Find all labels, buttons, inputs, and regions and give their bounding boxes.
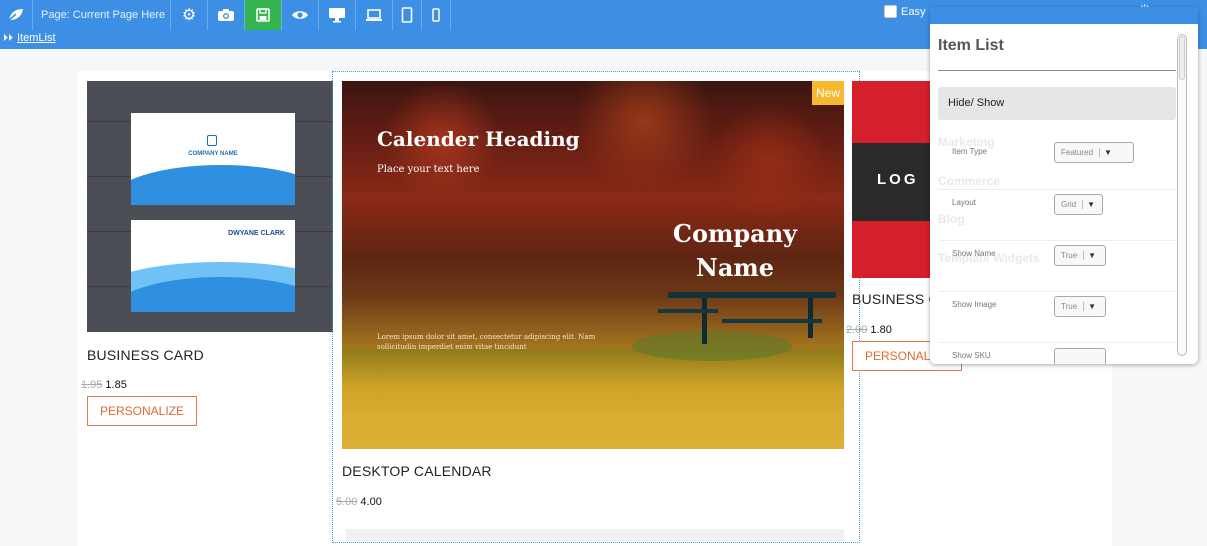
item-list-panel: Item List Hide/ Show Marketing Commerce … bbox=[930, 7, 1198, 364]
page-selector-label: Page: Current Page Here bbox=[41, 9, 166, 21]
product-title[interactable]: BUSINESS CARD bbox=[87, 347, 333, 363]
easy-checkbox[interactable] bbox=[884, 5, 897, 18]
product-price: 5.00 4.00 bbox=[336, 496, 844, 508]
logo-text: LOG bbox=[877, 171, 919, 188]
breadcrumb-item[interactable]: ItemList bbox=[17, 32, 56, 44]
mobile-view-icon[interactable] bbox=[422, 0, 451, 30]
easy-toggle[interactable]: Easy bbox=[884, 5, 925, 18]
calendar-lorem-text: Lorem ipsum dolor sit amet, consectetur … bbox=[377, 333, 596, 351]
panel-scrollbar[interactable] bbox=[1177, 34, 1187, 356]
personalize-button[interactable]: PERSONALIZE bbox=[87, 396, 198, 426]
property-label: Show Name bbox=[952, 249, 996, 258]
product-price: 1.95 1.85 bbox=[81, 379, 333, 391]
business-card-image[interactable]: COMPANY NAME DWYANE CLARK bbox=[87, 81, 333, 332]
layout-select[interactable]: Grid ▼ bbox=[1054, 194, 1103, 215]
easy-label: Easy bbox=[901, 5, 926, 18]
caret-down-icon: ▼ bbox=[1082, 200, 1095, 209]
product-card: Calender Heading Place your text here Co… bbox=[336, 81, 844, 508]
tablet-view-icon[interactable] bbox=[393, 0, 422, 30]
old-price: 5.00 bbox=[336, 496, 358, 508]
scrollbar-thumb[interactable] bbox=[1179, 36, 1185, 80]
laptop-view-icon[interactable] bbox=[356, 0, 393, 30]
property-row-layout: Layout Grid ▼ bbox=[938, 190, 1176, 241]
property-label: Show Image bbox=[952, 300, 997, 309]
caret-down-icon: ▼ bbox=[1083, 302, 1096, 311]
leaf-logo-icon[interactable] bbox=[0, 0, 33, 30]
item-type-select[interactable]: Featured ▼ bbox=[1054, 142, 1134, 163]
show-image-select[interactable]: True ▼ bbox=[1054, 296, 1106, 317]
select-value: True bbox=[1061, 302, 1078, 311]
divider bbox=[938, 70, 1176, 71]
select-value: True bbox=[1061, 251, 1078, 260]
calendar-company-name: Company Name bbox=[672, 219, 798, 282]
product-title[interactable]: DESKTOP CALENDAR bbox=[342, 463, 844, 479]
current-price: 4.00 bbox=[360, 496, 382, 508]
double-chevron-right-icon: ⏵⏵ bbox=[3, 33, 13, 44]
caret-down-icon: ▼ bbox=[1083, 251, 1096, 260]
current-price: 1.80 bbox=[870, 324, 892, 336]
calendar-subtext: Place your text here bbox=[377, 164, 480, 175]
card-back: DWYANE CLARK bbox=[131, 220, 295, 312]
panel-title: Item List bbox=[938, 37, 1004, 54]
property-row-show-image: Show Image True ▼ bbox=[938, 292, 1176, 343]
caret-down-icon: ▼ bbox=[1099, 148, 1112, 157]
show-name-select[interactable]: True ▼ bbox=[1054, 245, 1106, 266]
card-front: COMPANY NAME bbox=[131, 113, 295, 205]
property-label: Item Type bbox=[952, 147, 987, 156]
select-value: Featured bbox=[1061, 148, 1094, 157]
property-label: Layout bbox=[952, 198, 977, 207]
calendar-image[interactable]: Calender Heading Place your text here Co… bbox=[342, 81, 844, 449]
calendar-bottom-strip bbox=[346, 529, 844, 541]
property-row-show-name: Show Name True ▼ bbox=[938, 241, 1176, 292]
save-floppy-icon[interactable] bbox=[245, 0, 282, 30]
show-sku-select[interactable] bbox=[1054, 348, 1106, 364]
calendar-heading: Calender Heading bbox=[377, 127, 580, 151]
hexagon-logo-icon bbox=[207, 135, 217, 146]
card-company-name: COMPANY NAME bbox=[188, 151, 238, 157]
old-price: 2.00 bbox=[846, 324, 868, 336]
page-selector[interactable]: Page: Current Page Here bbox=[33, 0, 171, 30]
panel-header-bar[interactable] bbox=[930, 7, 1198, 24]
product-card: COMPANY NAME DWYANE CLARK BUSINESS CARD … bbox=[81, 81, 333, 426]
camera-icon[interactable] bbox=[208, 0, 245, 30]
hide-show-section[interactable]: Hide/ Show bbox=[938, 87, 1176, 120]
preview-eye-icon[interactable] bbox=[282, 0, 319, 30]
new-badge: New bbox=[811, 81, 844, 105]
property-row-item-type: Item Type Featured ▼ bbox=[938, 139, 1176, 190]
property-row-show-sku: Show SKU bbox=[938, 343, 1176, 364]
property-label: Show SKU bbox=[952, 351, 991, 360]
select-value: Grid bbox=[1061, 200, 1077, 209]
current-price: 1.85 bbox=[105, 379, 127, 391]
card-person-name: DWYANE CLARK bbox=[228, 230, 285, 237]
settings-gear-icon[interactable]: ⚙ bbox=[171, 0, 208, 30]
desktop-view-icon[interactable] bbox=[319, 0, 356, 30]
old-price: 1.95 bbox=[81, 379, 103, 391]
